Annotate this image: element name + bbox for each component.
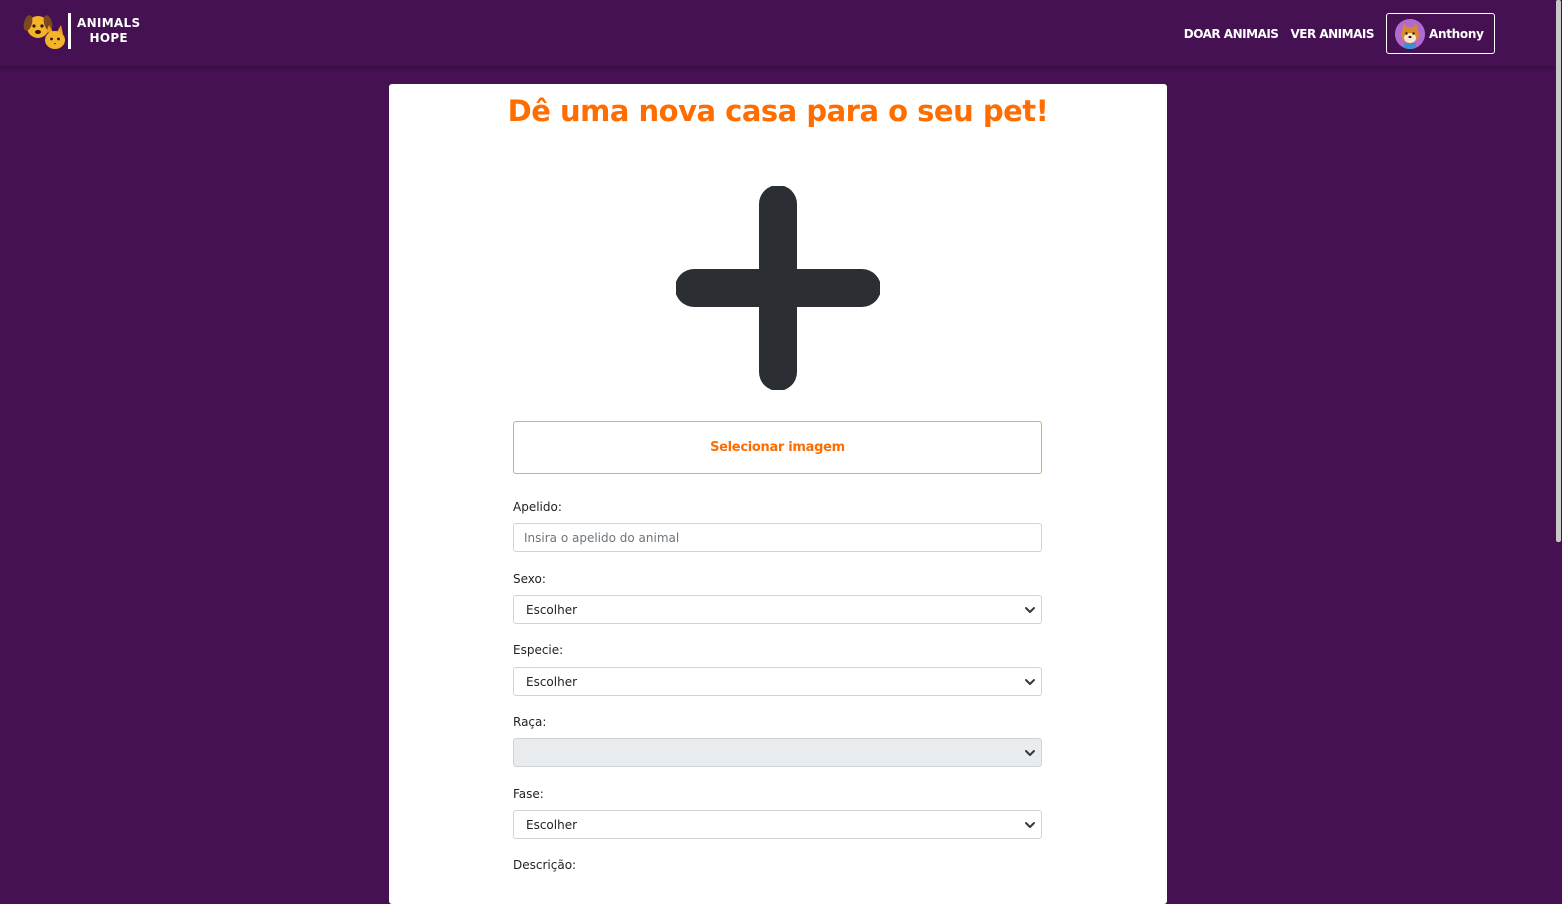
brand-line-2: HOPE (89, 31, 128, 45)
donation-form-card: Dê uma nova casa para o seu pet! Selecio… (389, 84, 1167, 904)
breed-select (513, 738, 1042, 767)
species-select-value: Escolher (526, 674, 578, 689)
brand-name: ANIMALS HOPE (77, 16, 140, 46)
chevron-down-icon (1025, 750, 1035, 756)
sex-select-value: Escolher (526, 602, 578, 617)
sex-select[interactable]: Escolher (513, 595, 1042, 624)
user-name: Anthony (1429, 26, 1484, 41)
page-scrollbar[interactable] (1555, 0, 1562, 877)
nav-link-view-animals[interactable]: VER ANIMAIS (1290, 27, 1374, 41)
sex-label: Sexo: (513, 572, 546, 586)
chevron-down-icon (1025, 607, 1035, 613)
select-image-button[interactable]: Selecionar imagem (513, 421, 1042, 474)
breed-label: Raça: (513, 715, 547, 729)
chevron-down-icon (1025, 679, 1035, 685)
nav-links: DOAR ANIMAIS VER ANIMAIS Anthony (1184, 13, 1495, 54)
brand-line-1: ANIMALS (77, 16, 141, 30)
stage-label: Fase: (513, 787, 544, 801)
page-title: Dê uma nova casa para o seu pet! (507, 94, 1049, 128)
plus-icon[interactable] (676, 186, 880, 390)
shiba-avatar-icon (1395, 18, 1425, 49)
description-label: Descrição: (513, 858, 577, 872)
brand-divider (68, 13, 71, 49)
nickname-label: Apelido: (513, 500, 562, 514)
brand[interactable]: ANIMALS HOPE (22, 11, 140, 51)
stage-select[interactable]: Escolher (513, 810, 1042, 839)
nickname-input[interactable] (513, 523, 1042, 552)
chevron-down-icon (1025, 822, 1035, 828)
dog-and-cat-logo-icon (23, 15, 65, 49)
stage-select-value: Escolher (526, 817, 578, 832)
navbar: ANIMALS HOPE DOAR ANIMAIS VER ANIMAIS An… (0, 0, 1555, 66)
user-menu-button[interactable]: Anthony (1386, 13, 1495, 54)
scrollbar-thumb[interactable] (1556, 0, 1561, 542)
species-label: Especie: (513, 643, 564, 657)
species-select[interactable]: Escolher (513, 667, 1042, 696)
nav-link-donate-animals[interactable]: DOAR ANIMAIS (1184, 27, 1279, 41)
